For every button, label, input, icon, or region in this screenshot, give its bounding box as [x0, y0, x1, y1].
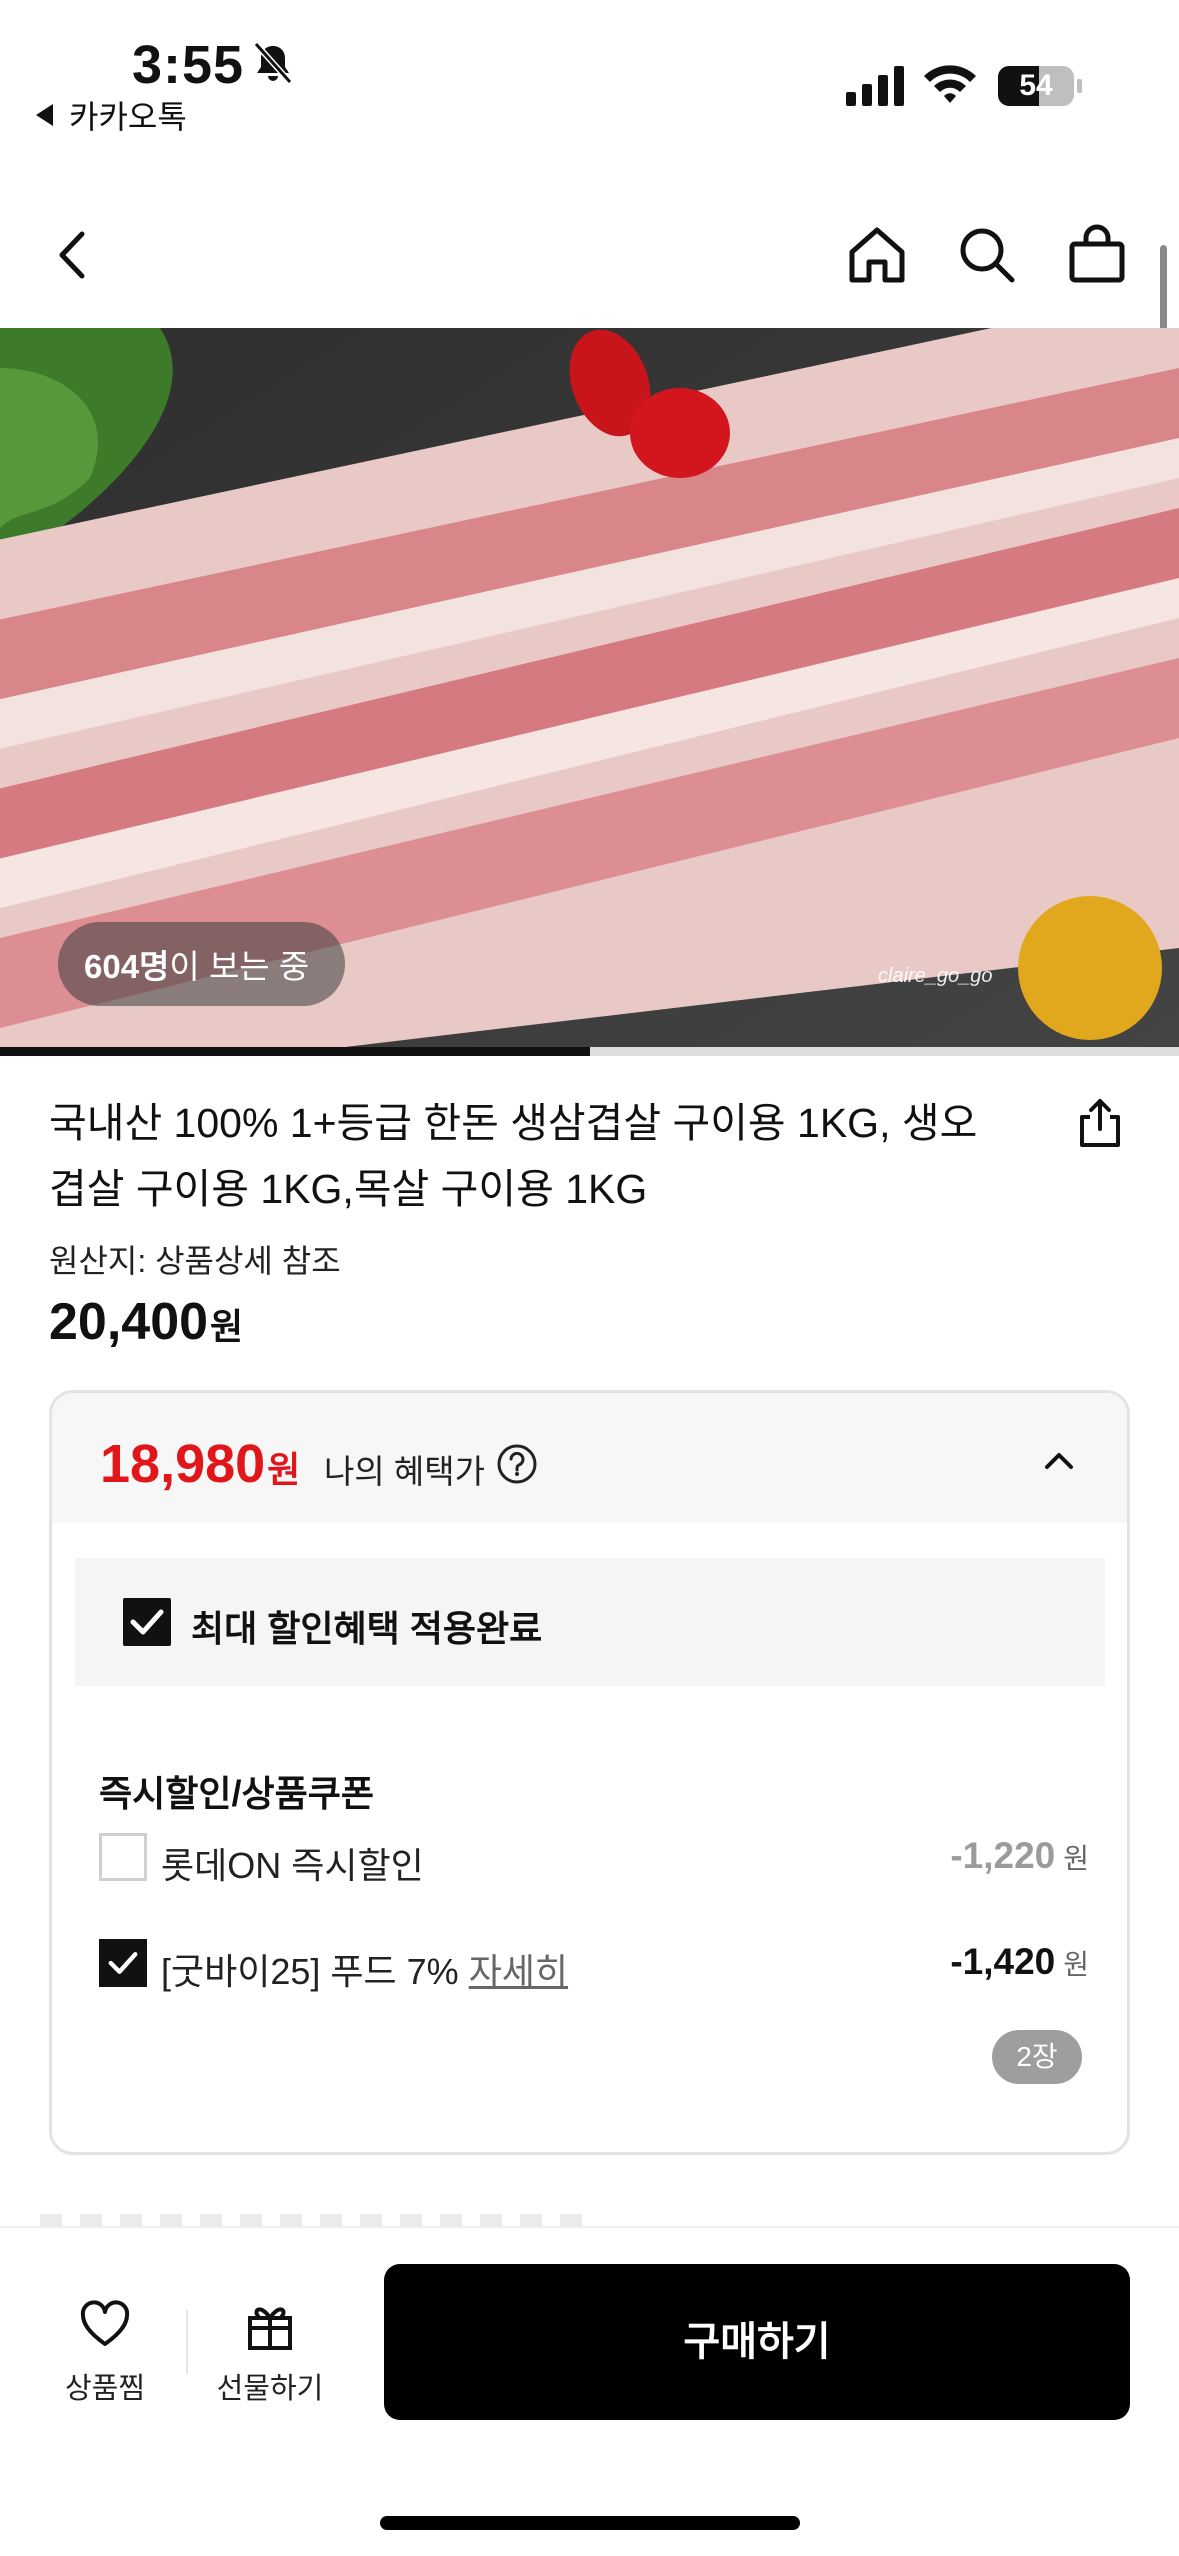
instant-discount-label: 롯데ON 즉시할인 [161, 1845, 424, 1886]
benefit-card: 18,980원 나의 혜택가 최대 할인혜택 적용완료 즉시할인/상품쿠폰 롯데… [49, 1390, 1130, 2155]
gallery-progress-bar [0, 1047, 590, 1056]
live-viewers-badge: 604명 이 보는 중 [58, 922, 346, 1006]
checkmark-icon [108, 1952, 138, 1974]
wishlist-label: 상품찜 [64, 2373, 146, 2405]
product-title: 국내산 100% 1+등급 한돈 생삼겹살 구이용 1KG, 생오겹살 구이용 … [49, 1100, 978, 1212]
image-watermark: claire_go_go [878, 965, 993, 987]
list-price-value: 20,400 [49, 1293, 209, 1351]
coupon-label: [굿바이25] 푸드 7% 자세히 [161, 1943, 568, 1995]
viewers-suffix: 이 보는 중 [169, 948, 310, 985]
max-discount-applied: 최대 할인혜택 적용완료 [75, 1558, 1105, 1686]
cart-icon[interactable] [1062, 220, 1132, 290]
back-triangle-icon [36, 104, 53, 126]
coupon-value: -1,420 [950, 1941, 1056, 1982]
gift-icon [248, 2307, 292, 2350]
help-icon[interactable] [496, 1443, 538, 1485]
search-icon[interactable] [952, 220, 1022, 290]
gift-label: 선물하기 [216, 2373, 324, 2405]
discount-row-instant[interactable]: 롯데ON 즉시할인 -1,220 원 [99, 1829, 1089, 1889]
home-icon[interactable] [842, 220, 912, 290]
discount-section-title: 즉시할인/상품쿠폰 [99, 1773, 374, 1814]
chevron-up-icon[interactable] [1037, 1439, 1081, 1483]
buy-button[interactable]: 구매하기 [384, 2264, 1130, 2420]
coupon-count-badge[interactable]: 2장 [992, 2030, 1082, 2084]
max-discount-checkbox[interactable] [123, 1598, 171, 1646]
instant-discount-value: -1,220 [950, 1835, 1056, 1876]
status-time: 3:55 [132, 35, 245, 95]
battery-indicator: 54 [998, 66, 1082, 106]
max-discount-label: 최대 할인혜택 적용완료 [191, 1608, 543, 1649]
back-to-app-link[interactable]: 카카오톡 [36, 92, 187, 138]
list-price-unit: 원 [210, 1306, 244, 1347]
gift-button[interactable]: 선물하기 [210, 2298, 330, 2407]
coupon-amount: -1,420 원 [950, 1941, 1089, 1983]
benefit-price-value: 18,980 [100, 1434, 266, 1494]
checkmark-icon [130, 1609, 164, 1635]
gallery-progress-track [0, 1047, 1179, 1056]
scroll-hint [40, 2214, 600, 2226]
instant-discount-unit: 원 [1063, 1843, 1089, 1874]
coupon-checkbox[interactable] [99, 1939, 147, 1987]
bottom-divider [186, 2310, 188, 2374]
viewers-count: 604명 [84, 948, 170, 985]
cellular-signal-icon [846, 66, 904, 106]
bell-muted-icon [253, 41, 293, 85]
discount-row-coupon[interactable]: [굿바이25] 푸드 7% 자세히 -1,420 원 [99, 1935, 1089, 1995]
back-icon[interactable] [38, 220, 108, 290]
list-price: 20,400원 [49, 1292, 243, 1352]
share-icon[interactable] [1072, 1095, 1128, 1151]
coupon-name: [굿바이25] 푸드 7% [161, 1951, 459, 1992]
coupon-detail-link[interactable]: 자세히 [469, 1951, 568, 1992]
instant-discount-amount: -1,220 원 [950, 1835, 1089, 1877]
heart-icon [80, 2300, 130, 2346]
benefit-price: 18,980원 [100, 1433, 300, 1495]
back-app-label: 카카오톡 [69, 99, 187, 135]
benefit-price-label: 나의 혜택가 [324, 1453, 485, 1490]
benefit-card-header[interactable]: 18,980원 나의 혜택가 [52, 1393, 1127, 1523]
home-indicator [380, 2516, 800, 2530]
wishlist-button[interactable]: 상품찜 [60, 2298, 150, 2407]
benefit-price-unit: 원 [267, 1449, 301, 1490]
status-bar: 3:55 카카오톡 54 [0, 0, 1179, 150]
battery-level: 54 [1019, 69, 1053, 102]
wifi-icon [924, 65, 976, 103]
coupon-unit: 원 [1063, 1949, 1089, 1980]
top-nav [0, 200, 1179, 310]
instant-discount-checkbox[interactable] [99, 1833, 147, 1881]
bottom-action-bar: 상품찜 선물하기 구매하기 [0, 2214, 1179, 2556]
origin-info: 원산지: 상품상세 참조 [49, 1243, 341, 1279]
